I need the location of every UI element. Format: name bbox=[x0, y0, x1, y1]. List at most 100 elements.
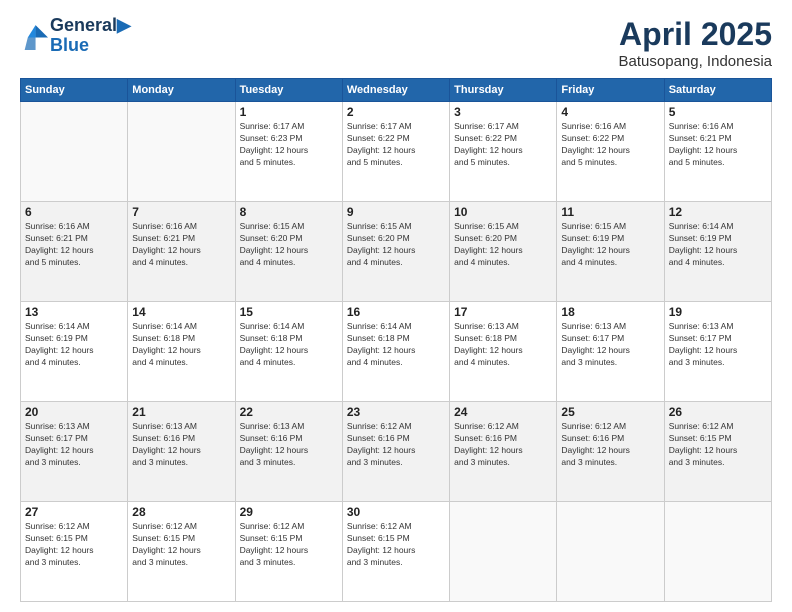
calendar-title: April 2025 bbox=[619, 16, 772, 53]
day-number: 20 bbox=[25, 405, 123, 419]
calendar-cell bbox=[21, 102, 128, 202]
calendar-cell: 15Sunrise: 6:14 AM Sunset: 6:18 PM Dayli… bbox=[235, 302, 342, 402]
day-number: 27 bbox=[25, 505, 123, 519]
calendar-subtitle: Batusopang, Indonesia bbox=[619, 53, 772, 70]
day-number: 5 bbox=[669, 105, 767, 119]
calendar-cell: 23 Sunrise: 6:12 AM Sunset: 6:16 PM Dayli… bbox=[342, 402, 449, 502]
calendar-cell: 19Sunrise: 6:13 AM Sunset: 6:17 PM Dayli… bbox=[664, 302, 771, 402]
day-info: Sunrise: 6:14 AM Sunset: 6:18 PM Dayligh… bbox=[132, 321, 230, 369]
day-number: 24 bbox=[454, 405, 552, 419]
day-info: Sunrise: 6:15 AM Sunset: 6:20 PM Dayligh… bbox=[240, 221, 338, 269]
day-number: 11 bbox=[561, 205, 659, 219]
calendar-cell: 29 Sunrise: 6:12 AM Sunset: 6:15 PM Dayli… bbox=[235, 502, 342, 602]
day-info: Sunrise: 6:12 AM Sunset: 6:15 PM Dayligh… bbox=[669, 421, 767, 469]
calendar-cell: 13Sunrise: 6:14 AM Sunset: 6:19 PM Dayli… bbox=[21, 302, 128, 402]
logo-text-block: General▶ Blue bbox=[50, 16, 131, 56]
day-number: 22 bbox=[240, 405, 338, 419]
day-number: 8 bbox=[240, 205, 338, 219]
day-info: Sunrise: 6:13 AM Sunset: 6:17 PM Dayligh… bbox=[561, 321, 659, 369]
col-sunday: Sunday bbox=[21, 79, 128, 102]
logo-icon bbox=[20, 22, 48, 50]
col-wednesday: Wednesday bbox=[342, 79, 449, 102]
day-number: 16 bbox=[347, 305, 445, 319]
logo-line2: Blue bbox=[50, 36, 131, 56]
day-number: 25 bbox=[561, 405, 659, 419]
page: General▶ Blue April 2025 Batusopang, Ind… bbox=[0, 0, 792, 612]
day-info: Sunrise: 6:16 AM Sunset: 6:21 PM Dayligh… bbox=[132, 221, 230, 269]
logo-line1: General▶ bbox=[50, 16, 131, 36]
day-info: Sunrise: 6:17 AM Sunset: 6:22 PM Dayligh… bbox=[347, 121, 445, 169]
day-info: Sunrise: 6:17 AM Sunset: 6:23 PM Dayligh… bbox=[240, 121, 338, 169]
day-info: Sunrise: 6:15 AM Sunset: 6:20 PM Dayligh… bbox=[454, 221, 552, 269]
calendar-cell: 24 Sunrise: 6:12 AM Sunset: 6:16 PM Dayli… bbox=[450, 402, 557, 502]
day-number: 29 bbox=[240, 505, 338, 519]
day-info: Sunrise: 6:12 AM Sunset: 6:15 PM Dayligh… bbox=[25, 521, 123, 569]
calendar-cell bbox=[128, 102, 235, 202]
calendar-cell bbox=[450, 502, 557, 602]
col-tuesday: Tuesday bbox=[235, 79, 342, 102]
day-info: Sunrise: 6:13 AM Sunset: 6:18 PM Dayligh… bbox=[454, 321, 552, 369]
day-info: Sunrise: 6:15 AM Sunset: 6:19 PM Dayligh… bbox=[561, 221, 659, 269]
day-number: 12 bbox=[669, 205, 767, 219]
day-info: Sunrise: 6:12 AM Sunset: 6:16 PM Dayligh… bbox=[347, 421, 445, 469]
day-info: Sunrise: 6:14 AM Sunset: 6:19 PM Dayligh… bbox=[669, 221, 767, 269]
day-info: Sunrise: 6:13 AM Sunset: 6:16 PM Dayligh… bbox=[132, 421, 230, 469]
day-info: Sunrise: 6:12 AM Sunset: 6:15 PM Dayligh… bbox=[347, 521, 445, 569]
day-info: Sunrise: 6:17 AM Sunset: 6:22 PM Dayligh… bbox=[454, 121, 552, 169]
day-number: 6 bbox=[25, 205, 123, 219]
calendar-cell: 30 Sunrise: 6:12 AM Sunset: 6:15 PM Dayli… bbox=[342, 502, 449, 602]
day-info: Sunrise: 6:16 AM Sunset: 6:21 PM Dayligh… bbox=[25, 221, 123, 269]
calendar-cell: 11 Sunrise: 6:15 AM Sunset: 6:19 PM Dayli… bbox=[557, 202, 664, 302]
calendar-cell: 3 Sunrise: 6:17 AM Sunset: 6:22 PM Daylig… bbox=[450, 102, 557, 202]
day-number: 7 bbox=[132, 205, 230, 219]
day-number: 23 bbox=[347, 405, 445, 419]
day-info: Sunrise: 6:12 AM Sunset: 6:15 PM Dayligh… bbox=[240, 521, 338, 569]
col-friday: Friday bbox=[557, 79, 664, 102]
calendar-week-row: 1 Sunrise: 6:17 AM Sunset: 6:23 PM Daylig… bbox=[21, 102, 772, 202]
calendar-cell: 12 Sunrise: 6:14 AM Sunset: 6:19 PM Dayli… bbox=[664, 202, 771, 302]
day-info: Sunrise: 6:14 AM Sunset: 6:18 PM Dayligh… bbox=[347, 321, 445, 369]
col-thursday: Thursday bbox=[450, 79, 557, 102]
day-number: 4 bbox=[561, 105, 659, 119]
day-number: 14 bbox=[132, 305, 230, 319]
calendar-cell: 26Sunrise: 6:12 AM Sunset: 6:15 PM Dayli… bbox=[664, 402, 771, 502]
title-block: April 2025 Batusopang, Indonesia bbox=[619, 16, 772, 70]
day-number: 9 bbox=[347, 205, 445, 219]
day-number: 18 bbox=[561, 305, 659, 319]
col-saturday: Saturday bbox=[664, 79, 771, 102]
day-number: 15 bbox=[240, 305, 338, 319]
day-info: Sunrise: 6:13 AM Sunset: 6:16 PM Dayligh… bbox=[240, 421, 338, 469]
day-info: Sunrise: 6:16 AM Sunset: 6:22 PM Dayligh… bbox=[561, 121, 659, 169]
header: General▶ Blue April 2025 Batusopang, Ind… bbox=[20, 16, 772, 70]
calendar-cell: 6 Sunrise: 6:16 AM Sunset: 6:21 PM Daylig… bbox=[21, 202, 128, 302]
calendar-cell: 4 Sunrise: 6:16 AM Sunset: 6:22 PM Daylig… bbox=[557, 102, 664, 202]
calendar-cell: 8 Sunrise: 6:15 AM Sunset: 6:20 PM Daylig… bbox=[235, 202, 342, 302]
day-info: Sunrise: 6:15 AM Sunset: 6:20 PM Dayligh… bbox=[347, 221, 445, 269]
calendar-week-row: 13Sunrise: 6:14 AM Sunset: 6:19 PM Dayli… bbox=[21, 302, 772, 402]
day-number: 13 bbox=[25, 305, 123, 319]
calendar-cell: 28Sunrise: 6:12 AM Sunset: 6:15 PM Dayli… bbox=[128, 502, 235, 602]
day-info: Sunrise: 6:12 AM Sunset: 6:16 PM Dayligh… bbox=[454, 421, 552, 469]
calendar-cell bbox=[664, 502, 771, 602]
day-number: 2 bbox=[347, 105, 445, 119]
calendar-week-row: 6 Sunrise: 6:16 AM Sunset: 6:21 PM Daylig… bbox=[21, 202, 772, 302]
calendar-cell: 9 Sunrise: 6:15 AM Sunset: 6:20 PM Daylig… bbox=[342, 202, 449, 302]
day-number: 3 bbox=[454, 105, 552, 119]
calendar-table: Sunday Monday Tuesday Wednesday Thursday… bbox=[20, 78, 772, 602]
calendar-cell: 7 Sunrise: 6:16 AM Sunset: 6:21 PM Daylig… bbox=[128, 202, 235, 302]
calendar-cell: 14 Sunrise: 6:14 AM Sunset: 6:18 PM Dayli… bbox=[128, 302, 235, 402]
day-number: 30 bbox=[347, 505, 445, 519]
calendar-cell: 1 Sunrise: 6:17 AM Sunset: 6:23 PM Daylig… bbox=[235, 102, 342, 202]
day-number: 19 bbox=[669, 305, 767, 319]
day-info: Sunrise: 6:12 AM Sunset: 6:16 PM Dayligh… bbox=[561, 421, 659, 469]
logo: General▶ Blue bbox=[20, 16, 131, 56]
calendar-cell: 17Sunrise: 6:13 AM Sunset: 6:18 PM Dayli… bbox=[450, 302, 557, 402]
calendar-cell bbox=[557, 502, 664, 602]
day-number: 28 bbox=[132, 505, 230, 519]
day-number: 1 bbox=[240, 105, 338, 119]
day-info: Sunrise: 6:13 AM Sunset: 6:17 PM Dayligh… bbox=[25, 421, 123, 469]
calendar-week-row: 27 Sunrise: 6:12 AM Sunset: 6:15 PM Dayli… bbox=[21, 502, 772, 602]
day-info: Sunrise: 6:16 AM Sunset: 6:21 PM Dayligh… bbox=[669, 121, 767, 169]
calendar-cell: 25 Sunrise: 6:12 AM Sunset: 6:16 PM Dayli… bbox=[557, 402, 664, 502]
calendar-cell: 5 Sunrise: 6:16 AM Sunset: 6:21 PM Daylig… bbox=[664, 102, 771, 202]
